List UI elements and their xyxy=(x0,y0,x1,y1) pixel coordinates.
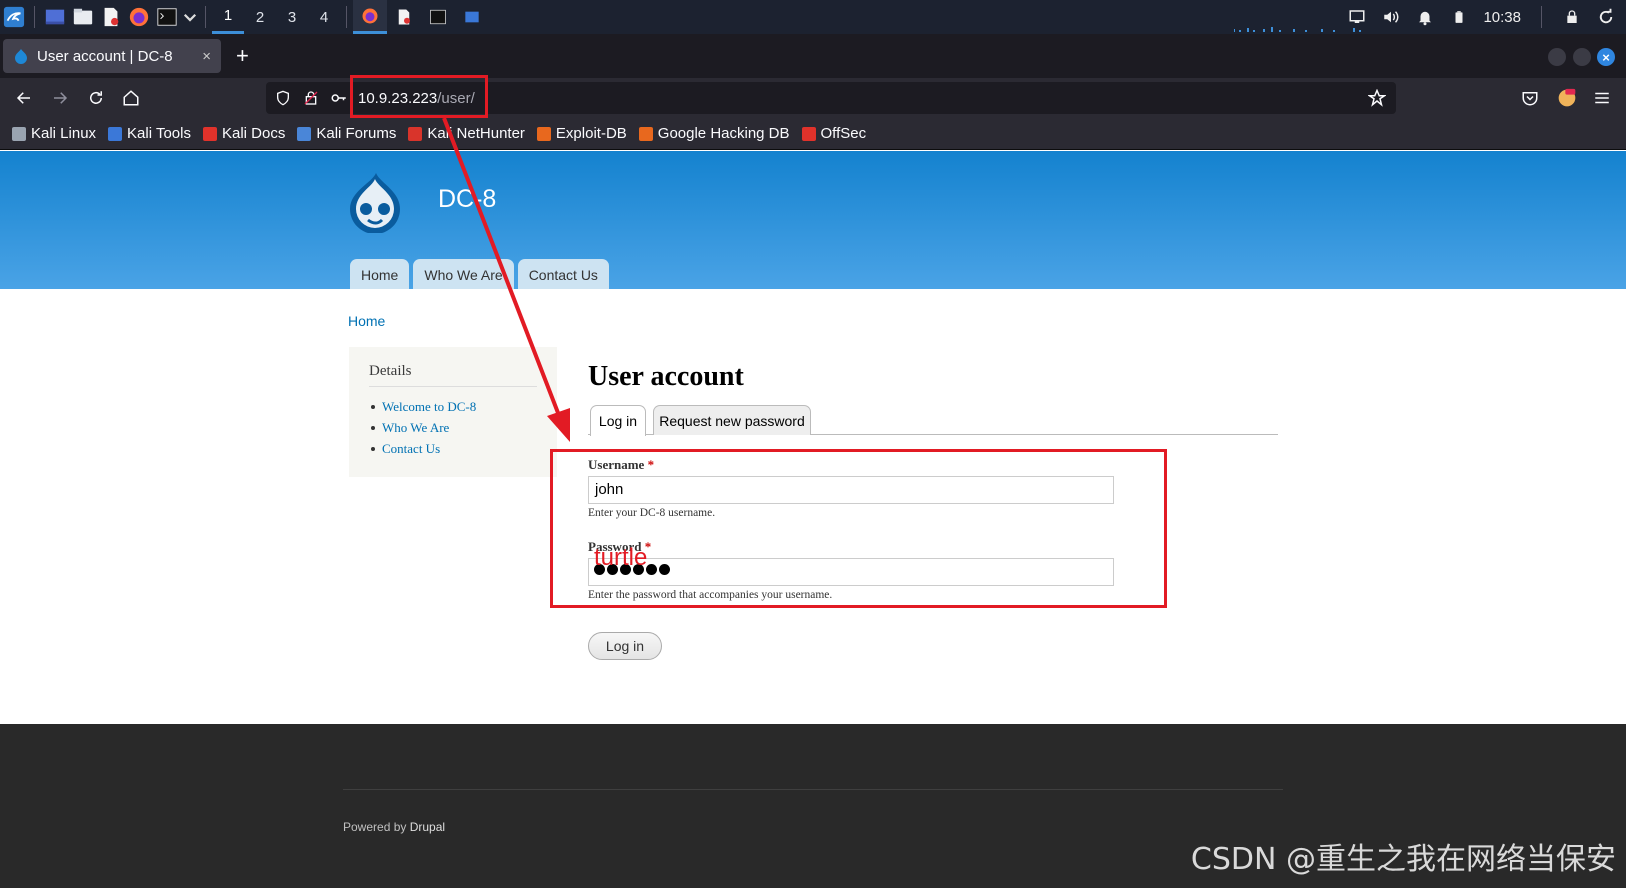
site-footer: Powered by Drupal CSDN @重生之我在网络当保安 xyxy=(0,724,1626,888)
bookmark-item[interactable]: Kali Tools xyxy=(108,125,191,142)
workspace-2[interactable]: 2 xyxy=(244,0,276,34)
taskbar-editor-window[interactable] xyxy=(387,0,421,34)
main-menu-who-we-are[interactable]: Who We Are xyxy=(413,259,514,290)
site-header: DC-8 Home Who We Are Contact Us xyxy=(0,151,1626,290)
tab-request-new-password[interactable]: Request new password xyxy=(653,405,811,435)
bookmark-label: Google Hacking DB xyxy=(657,125,790,142)
home-icon[interactable] xyxy=(119,86,143,110)
account-avatar-icon[interactable] xyxy=(1555,86,1579,110)
drupal-logo-icon[interactable] xyxy=(346,171,404,233)
drupal-favicon-icon xyxy=(15,49,27,64)
chevron-down-icon[interactable] xyxy=(181,0,199,34)
bookmarks-toolbar: Kali Linux Kali Tools Kali Docs Kali Forums… xyxy=(0,118,1626,150)
url-highlight-box xyxy=(350,75,488,118)
footer-divider xyxy=(343,789,1283,790)
system-taskbar: 1 2 3 4 10:38 xyxy=(0,0,1626,34)
workspace-4[interactable]: 4 xyxy=(308,0,340,34)
power-refresh-icon[interactable] xyxy=(1596,7,1616,27)
browser-tab-active[interactable]: User account | DC-8 × xyxy=(3,39,221,73)
new-tab-button[interactable]: + xyxy=(236,45,249,67)
tab-log-in[interactable]: Log in xyxy=(590,405,646,436)
workspace-3[interactable]: 3 xyxy=(276,0,308,34)
bookmark-favicon-icon xyxy=(801,126,816,141)
powered-by: Powered by Drupal xyxy=(343,820,445,834)
bookmark-favicon-icon xyxy=(638,126,653,141)
password-hint-annotation: turtle xyxy=(594,544,648,571)
forward-arrow-icon[interactable] xyxy=(48,86,72,110)
page-title: User account xyxy=(588,361,744,392)
bookmark-favicon-icon xyxy=(202,126,217,141)
sidebar-details-block: Details Welcome to DC-8 Who We Are Conta… xyxy=(349,347,557,477)
bookmark-favicon-icon xyxy=(408,126,423,141)
csdn-watermark: CSDN @重生之我在网络当保安 xyxy=(1190,842,1616,877)
key-icon[interactable] xyxy=(328,87,350,109)
sidebar-link-welcome[interactable]: Welcome to DC-8 xyxy=(369,399,537,415)
bookmark-item[interactable]: OffSec xyxy=(801,125,867,142)
hamburger-menu-icon[interactable] xyxy=(1590,86,1614,110)
bookmark-favicon-icon xyxy=(108,126,123,141)
bookmark-item[interactable]: Kali Docs xyxy=(202,125,286,142)
browser-tab-bar: User account | DC-8 × + xyxy=(0,34,1626,78)
lock-screen-icon[interactable] xyxy=(1562,7,1582,27)
bookmark-label: Kali Forums xyxy=(316,125,397,142)
display-icon[interactable] xyxy=(1347,7,1367,27)
primary-tabs: Log in Request new password xyxy=(588,405,1278,436)
sidebar-link-who-we-are[interactable]: Who We Are xyxy=(369,420,537,436)
bookmark-label: Kali Tools xyxy=(127,125,191,142)
main-menu-contact-us[interactable]: Contact Us xyxy=(517,259,609,290)
drupal-link[interactable]: Drupal xyxy=(410,820,445,834)
file-manager-icon[interactable] xyxy=(69,0,97,34)
minimize-window-button[interactable] xyxy=(1548,48,1566,66)
screen: 1 2 3 4 10:38 User account | DC-8 × + × … xyxy=(0,0,1626,888)
taskbar-desktop-window[interactable] xyxy=(455,0,489,34)
close-window-button[interactable]: × xyxy=(1597,48,1615,66)
terminal-icon[interactable] xyxy=(153,0,181,34)
bookmark-label: Exploit-DB xyxy=(555,125,627,142)
insecure-lock-icon[interactable] xyxy=(300,87,322,109)
breadcrumb[interactable]: Home xyxy=(348,313,385,329)
text-editor-icon[interactable] xyxy=(97,0,125,34)
taskbar-terminal-window[interactable] xyxy=(421,0,455,34)
clock[interactable]: 10:38 xyxy=(1483,9,1521,26)
bookmark-label: OffSec xyxy=(820,125,867,142)
main-menu-home[interactable]: Home xyxy=(350,259,410,290)
tab-title: User account | DC-8 xyxy=(37,47,173,65)
show-desktop-icon[interactable] xyxy=(41,0,69,34)
bookmark-label: Kali Linux xyxy=(31,125,97,142)
form-highlight-box xyxy=(550,449,1167,608)
powered-by-text: Powered by xyxy=(343,820,410,834)
bookmark-item[interactable]: Google Hacking DB xyxy=(638,125,790,142)
kali-menu-icon[interactable] xyxy=(0,0,28,34)
workspace-1[interactable]: 1 xyxy=(212,0,244,34)
bookmark-star-icon[interactable] xyxy=(1366,87,1388,109)
shield-icon[interactable] xyxy=(272,87,294,109)
main-menu: Home Who We Are Contact Us xyxy=(350,259,609,290)
back-arrow-icon[interactable] xyxy=(12,86,36,110)
bookmark-item[interactable]: Kali NetHunter xyxy=(408,125,525,142)
reload-icon[interactable] xyxy=(84,86,108,110)
browser-toolbar: 10.9.23.223/user/ xyxy=(0,78,1626,118)
site-name[interactable]: DC-8 xyxy=(438,185,496,214)
bookmark-favicon-icon xyxy=(297,126,312,141)
log-in-button[interactable]: Log in xyxy=(588,632,662,660)
firefox-icon[interactable] xyxy=(125,0,153,34)
sidebar-title: Details xyxy=(369,363,537,387)
notification-bell-icon[interactable] xyxy=(1415,7,1435,27)
maximize-window-button[interactable] xyxy=(1573,48,1591,66)
bookmark-label: Kali Docs xyxy=(221,125,286,142)
close-icon[interactable]: × xyxy=(202,48,211,65)
bookmark-item[interactable]: Exploit-DB xyxy=(536,125,627,142)
pocket-icon[interactable] xyxy=(1518,86,1542,110)
bookmark-label: Kali NetHunter xyxy=(427,125,525,142)
network-graph-icon xyxy=(1234,27,1361,32)
bookmark-item[interactable]: Kali Linux xyxy=(12,125,96,142)
sidebar-link-contact-us[interactable]: Contact Us xyxy=(369,441,537,457)
bookmark-item[interactable]: Kali Forums xyxy=(297,125,396,142)
volume-icon[interactable] xyxy=(1381,7,1401,27)
battery-icon[interactable] xyxy=(1449,7,1469,27)
bookmark-favicon-icon xyxy=(12,126,26,141)
bookmark-favicon-icon xyxy=(536,126,551,141)
taskbar-firefox-window[interactable] xyxy=(353,0,387,34)
